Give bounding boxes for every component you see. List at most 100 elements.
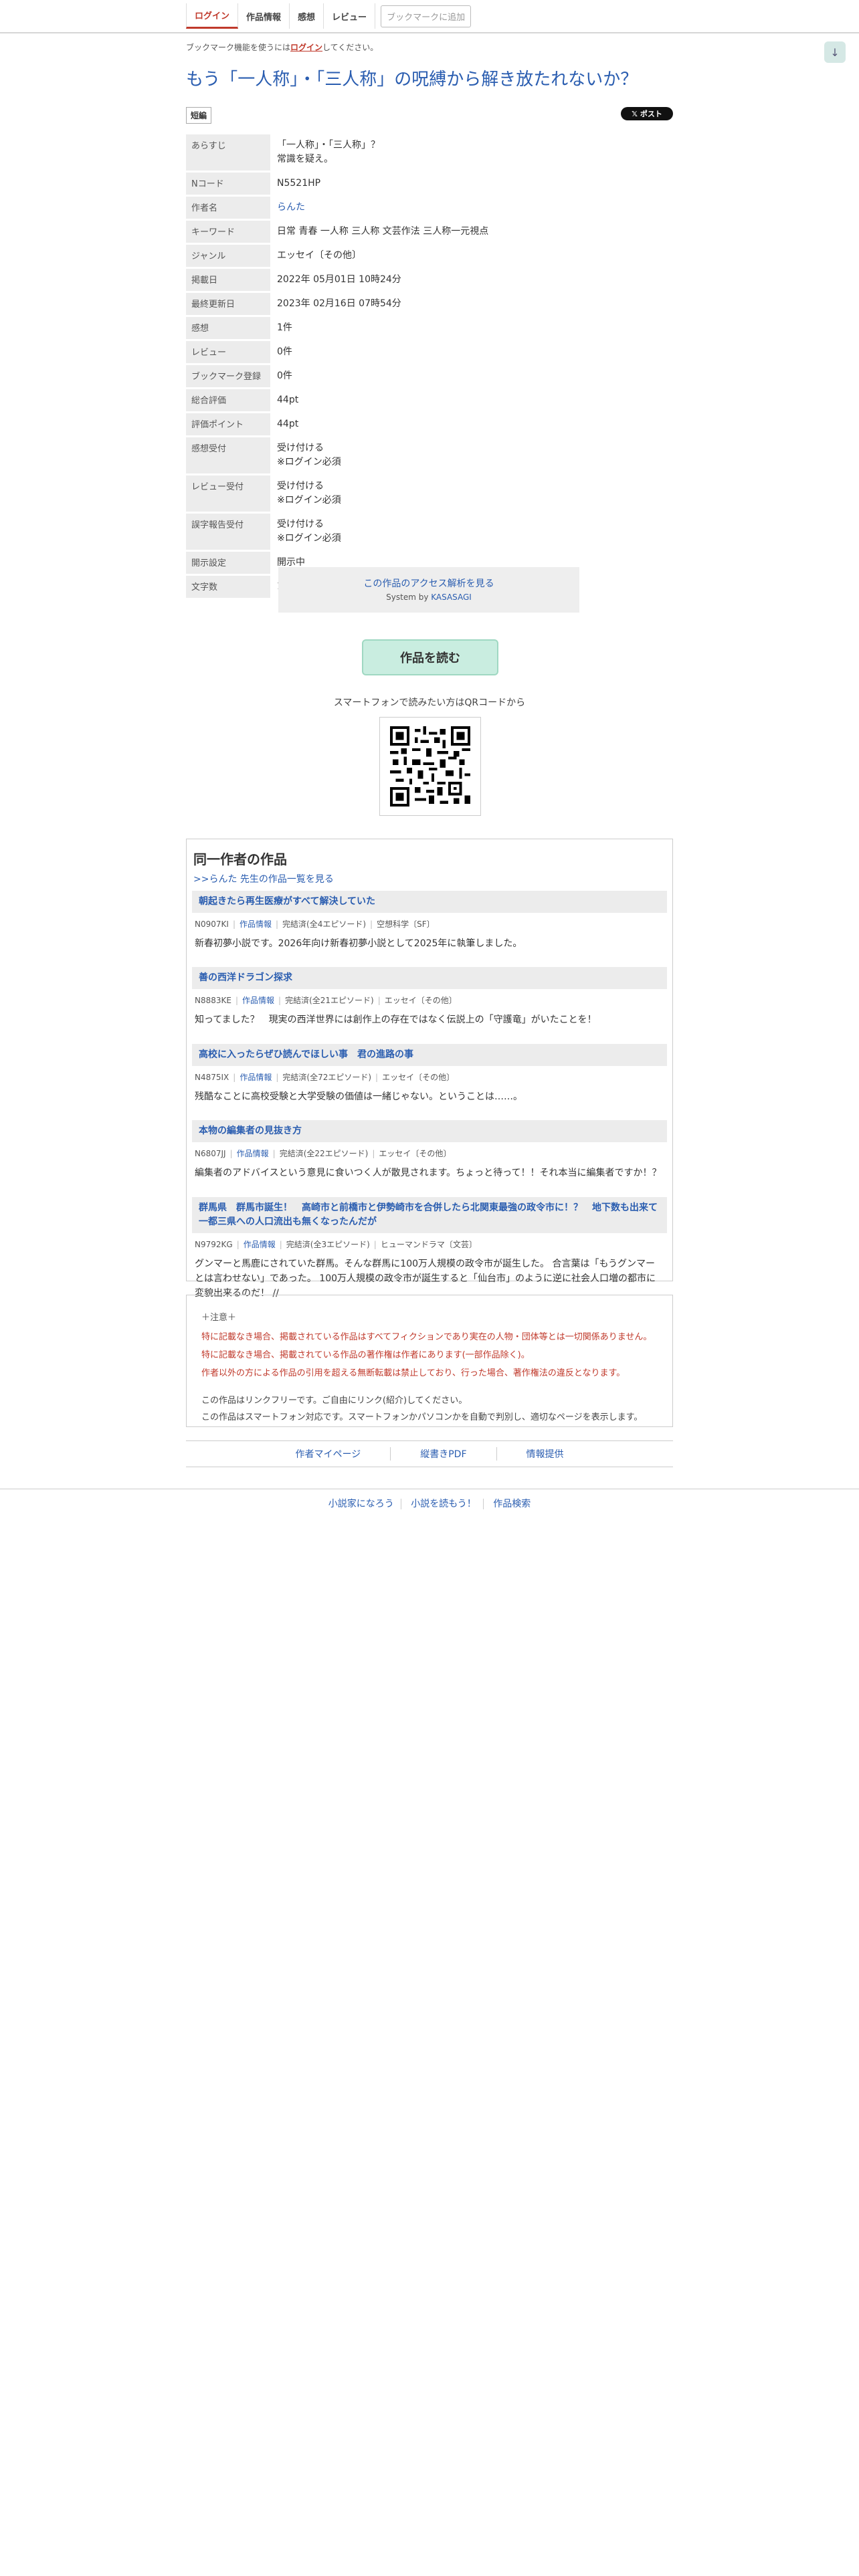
related-work: 群馬県 群馬市誕生！ 高崎市と前橋市と伊勢崎市を合併したら北関東最強の政令市に！… bbox=[192, 1196, 667, 1301]
synopsis-line: 常識を疑え。 bbox=[277, 154, 333, 165]
qr-code bbox=[379, 717, 481, 816]
arrow-down-icon: ↓ bbox=[830, 45, 840, 59]
info-label: 感想 bbox=[186, 317, 270, 339]
info-row-reviews: レビュー 0件 bbox=[186, 341, 673, 363]
related-work: 朝起きたら再生医療がすべて解決していた N0907KI | 作品情報 | 完結済(全4エ… bbox=[192, 891, 667, 951]
work-genre: エッセイ〔その他〕 bbox=[384, 996, 457, 1006]
info-row-accept-review: レビュー受付 受け付ける ※ログイン必須 bbox=[186, 475, 673, 512]
info-row-accept-impression: 感想受付 受け付ける ※ログイン必須 bbox=[186, 437, 673, 473]
info-row-bookmarks: ブックマーク登録 0件 bbox=[186, 365, 673, 387]
info-label: レビュー bbox=[186, 341, 270, 363]
kasasagi-link[interactable]: KASASAGI bbox=[431, 593, 472, 602]
info-value: 日常 青春 一人称 三人称 文芸作法 三人称一元視点 bbox=[277, 226, 489, 237]
work-info-link[interactable]: 作品情報 bbox=[240, 920, 272, 929]
work-info-table: あらすじ 「一人称」・「三人称」？ 常識を疑え。 Nコード N5521HP 作者名… bbox=[186, 132, 673, 600]
login-required-note: ※ログイン必須 bbox=[277, 457, 341, 467]
work-genre: エッセイ〔その他〕 bbox=[379, 1149, 452, 1159]
bookmark-add-button[interactable]: ブックマークに追加 bbox=[381, 5, 472, 27]
info-label: 文字数 bbox=[186, 576, 270, 598]
related-work-title[interactable]: 本物の編集者の見抜き方 bbox=[199, 1125, 302, 1136]
info-label: キーワード bbox=[186, 221, 270, 243]
related-work-title[interactable]: 高校に入ったらぜひ読んでほしい事 君の進路の事 bbox=[199, 1049, 413, 1060]
related-work-meta: N9792KG | 作品情報 | 完結済(全3エピソード) | ヒューマンドラマ〔文芸〕 bbox=[195, 1239, 477, 1249]
caution-text: 作者以外の方による作品の引用を超える無断転載は禁止しており、行った場合、著作権法… bbox=[201, 1368, 626, 1378]
info-value: 1件 bbox=[277, 322, 292, 333]
info-label: あらすじ bbox=[186, 134, 270, 171]
synopsis-line: 「一人称」・「三人称」？ bbox=[277, 140, 380, 150]
scroll-down-button[interactable]: ↓ bbox=[824, 41, 846, 63]
info-row-updated: 最終更新日 2023年 02月16日 07時54分 bbox=[186, 293, 673, 315]
related-work-meta: N6807JJ | 作品情報 | 完結済(全22エピソード) | エッセイ〔その他〕 bbox=[195, 1149, 452, 1159]
access-analysis-link[interactable]: この作品のアクセス解析を見る bbox=[363, 578, 494, 589]
info-label: 評価ポイント bbox=[186, 413, 270, 435]
x-post-button[interactable]: 𝕏 ポスト bbox=[621, 107, 673, 120]
qr-code-icon bbox=[390, 726, 470, 807]
info-label: 最終更新日 bbox=[186, 293, 270, 315]
info-label: 総合評価 bbox=[186, 389, 270, 411]
impression-tab[interactable]: 感想 bbox=[290, 3, 324, 29]
info-label: Nコード bbox=[186, 173, 270, 195]
related-work-description: 知ってました？ 現実の西洋世界には創作上の存在ではなく伝説上の「守護竜」がいたこ… bbox=[195, 1014, 597, 1026]
work-info-link[interactable]: 作品情報 bbox=[240, 1073, 272, 1082]
author-works-link[interactable]: らんた 先生の作品一覧を見る bbox=[209, 874, 333, 885]
work-footer-links: 作者マイページ 縦書きPDF 情報提供 bbox=[186, 1440, 673, 1467]
login-tab[interactable]: ログイン bbox=[186, 3, 239, 29]
related-work-title[interactable]: 朝起きたら再生医療がすべて解決していた bbox=[199, 896, 375, 907]
work-info-link[interactable]: 作品情報 bbox=[242, 996, 274, 1005]
info-value: 「一人称」・「三人称」？ 常識を疑え。 bbox=[270, 134, 673, 171]
related-work-description: 新春初夢小説です。2026年向け新春初夢小説として2025年に執筆しました。 bbox=[195, 938, 522, 949]
info-value: 受け付ける ※ログイン必須 bbox=[270, 514, 673, 550]
info-value: 44pt bbox=[277, 419, 299, 429]
related-work-title[interactable]: 善の西洋ドラゴン探求 bbox=[199, 972, 292, 983]
top-navigation: ログイン 作品情報 感想 レビュー ブックマークに追加 bbox=[0, 0, 859, 33]
qr-label: スマートフォンで読みたい方はQRコードから bbox=[333, 697, 526, 708]
review-tab[interactable]: レビュー bbox=[324, 3, 376, 29]
related-work: 高校に入ったらぜひ読んでほしい事 君の進路の事 N4875IX | 作品情報 | 完結済… bbox=[192, 1043, 667, 1104]
work-genre: エッセイ〔その他〕 bbox=[382, 1072, 455, 1082]
related-work-description: 残酷なことに高校受験と大学受験の価値は一緒じゃない。ということは……。 bbox=[195, 1091, 522, 1102]
info-label: レビュー受付 bbox=[186, 475, 270, 512]
accept-status: 受け付ける bbox=[277, 443, 324, 453]
caution-text: この作品はスマートフォン対応です。スマートフォンかパソコンかを自動で判別し、適切… bbox=[201, 1412, 643, 1422]
accept-status: 受け付ける bbox=[277, 481, 324, 492]
login-required-note: ※ログイン必須 bbox=[277, 495, 341, 506]
page-title: もう「一人称」・「三人称」の呪縛から解き放たれないか？ bbox=[186, 70, 638, 90]
system-prefix: System by bbox=[386, 593, 432, 602]
footer-link-search[interactable]: 作品検索 bbox=[486, 1499, 537, 1509]
info-label: ブックマーク登録 bbox=[186, 365, 270, 387]
work-ncode: N4875IX bbox=[195, 1072, 229, 1082]
author-works-more: >>らんた 先生の作品一覧を見る bbox=[193, 872, 672, 885]
info-label: 誤字報告受付 bbox=[186, 514, 270, 550]
info-row-genre: ジャンル エッセイ〔その他〕 bbox=[186, 245, 673, 267]
info-value: 2022年 05月01日 10時24分 bbox=[277, 274, 401, 285]
notice-login-link[interactable]: ログイン bbox=[290, 43, 322, 52]
related-work-description: 編集者のアドバイスという意見に食いつく人が散見されます。ちょっと待って！！それ本… bbox=[195, 1168, 662, 1179]
work-info-link[interactable]: 作品情報 bbox=[237, 1149, 269, 1158]
work-info-link[interactable]: 作品情報 bbox=[244, 1240, 276, 1249]
info-label: 開示設定 bbox=[186, 552, 270, 574]
caution-text: この作品はリンクフリーです。ご自由にリンク(紹介)してください。 bbox=[201, 1396, 468, 1406]
accept-status: 受け付ける bbox=[277, 519, 324, 530]
info-value: らんた bbox=[270, 197, 673, 219]
footer-link-narou[interactable]: 小説家になろう bbox=[321, 1499, 401, 1509]
footer-link-yomou[interactable]: 小説を読もう！ bbox=[404, 1499, 484, 1509]
work-status: 完結済(全72エピソード) bbox=[282, 1072, 372, 1082]
work-genre: ヒューマンドラマ〔文芸〕 bbox=[380, 1239, 477, 1249]
work-status: 完結済(全4エピソード) bbox=[282, 920, 367, 929]
info-value: 44pt bbox=[277, 395, 299, 405]
related-work: 本物の編集者の見抜き方 N6807JJ | 作品情報 | 完結済(全22エピソード) | エ… bbox=[192, 1120, 667, 1180]
related-work-title[interactable]: 群馬県 群馬市誕生！ 高崎市と前橋市と伊勢崎市を合併したら北関東最強の政令市に！… bbox=[199, 1202, 658, 1227]
work-ncode: N6807JJ bbox=[195, 1149, 226, 1159]
notice-prefix: ブックマーク機能を使うには bbox=[186, 43, 291, 52]
read-work-button[interactable]: 作品を読む bbox=[362, 639, 498, 675]
author-link[interactable]: らんた bbox=[277, 202, 305, 213]
access-analysis-box: この作品のアクセス解析を見る System by KASASAGI bbox=[278, 567, 579, 613]
info-value: 2023年 02月16日 07時54分 bbox=[277, 298, 401, 309]
related-work-meta: N0907KI | 作品情報 | 完結済(全4エピソード) | 空想科学〔SF〕 bbox=[195, 920, 435, 929]
author-mypage-link[interactable]: 作者マイページ bbox=[266, 1447, 391, 1461]
info-provide-link[interactable]: 情報提供 bbox=[497, 1447, 593, 1461]
work-status: 完結済(全3エピソード) bbox=[286, 1239, 370, 1249]
work-info-tab[interactable]: 作品情報 bbox=[238, 3, 290, 29]
vertical-pdf-link[interactable]: 縦書きPDF bbox=[391, 1447, 497, 1461]
related-work: 善の西洋ドラゴン探求 N8883KE | 作品情報 | 完結済(全21エピソード) | エッ… bbox=[192, 967, 667, 1027]
